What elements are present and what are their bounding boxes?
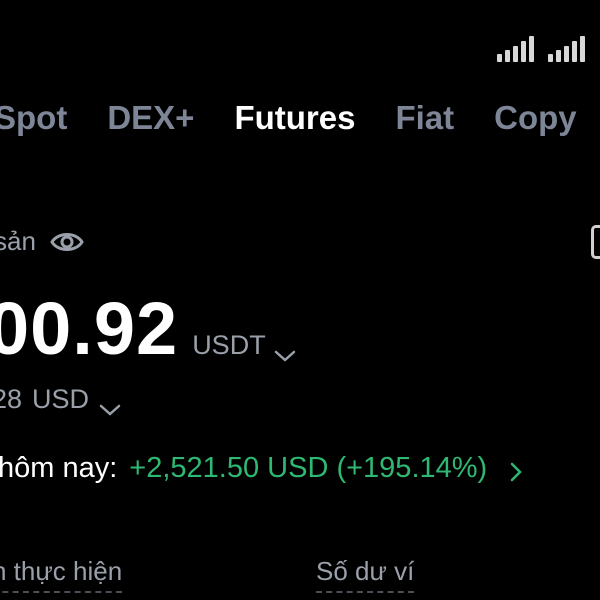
realized-pnl-label[interactable]: n thực hiện	[0, 556, 123, 593]
chevron-down-icon	[99, 393, 121, 416]
balance-row: 00.92 USDT	[0, 286, 296, 371]
today-pnl-value: +2,521.50 USD (+195.14%)	[129, 452, 488, 484]
chevron-right-icon	[509, 458, 523, 481]
tab-spot[interactable]: Spot	[0, 94, 67, 142]
total-balance: 00.92	[0, 287, 179, 370]
asset-header: sản	[0, 226, 84, 257]
usd-equivalent-value: 28	[0, 384, 23, 414]
tab-futures[interactable]: Futures	[234, 94, 355, 142]
chevron-down-icon	[274, 339, 296, 362]
currency-selector[interactable]: USDT	[192, 330, 296, 362]
today-pnl-label: hôm nay:	[0, 452, 118, 484]
screen: Spot DEX+ Futures Fiat Copy sản 00.92 US…	[0, 0, 600, 600]
wallet-balance-label[interactable]: Số dư ví	[316, 556, 415, 593]
tab-dex-plus[interactable]: DEX+	[107, 94, 194, 142]
eye-icon[interactable]	[50, 229, 84, 255]
signal-bars-icon	[497, 34, 534, 62]
usd-equivalent-selector[interactable]: 28 USD	[0, 384, 121, 416]
currency-label: USDT	[192, 330, 266, 360]
usd-equivalent-currency: USD	[32, 384, 90, 414]
asset-label: sản	[0, 226, 36, 256]
account-type-tabs: Spot DEX+ Futures Fiat Copy	[0, 94, 600, 142]
signal-bars-icon	[548, 34, 585, 62]
tab-copy[interactable]: Copy	[494, 94, 577, 142]
tab-fiat[interactable]: Fiat	[395, 94, 454, 142]
today-pnl-row[interactable]: hôm nay: +2,521.50 USD (+195.14%)	[0, 452, 523, 485]
history-icon[interactable]	[591, 225, 600, 259]
